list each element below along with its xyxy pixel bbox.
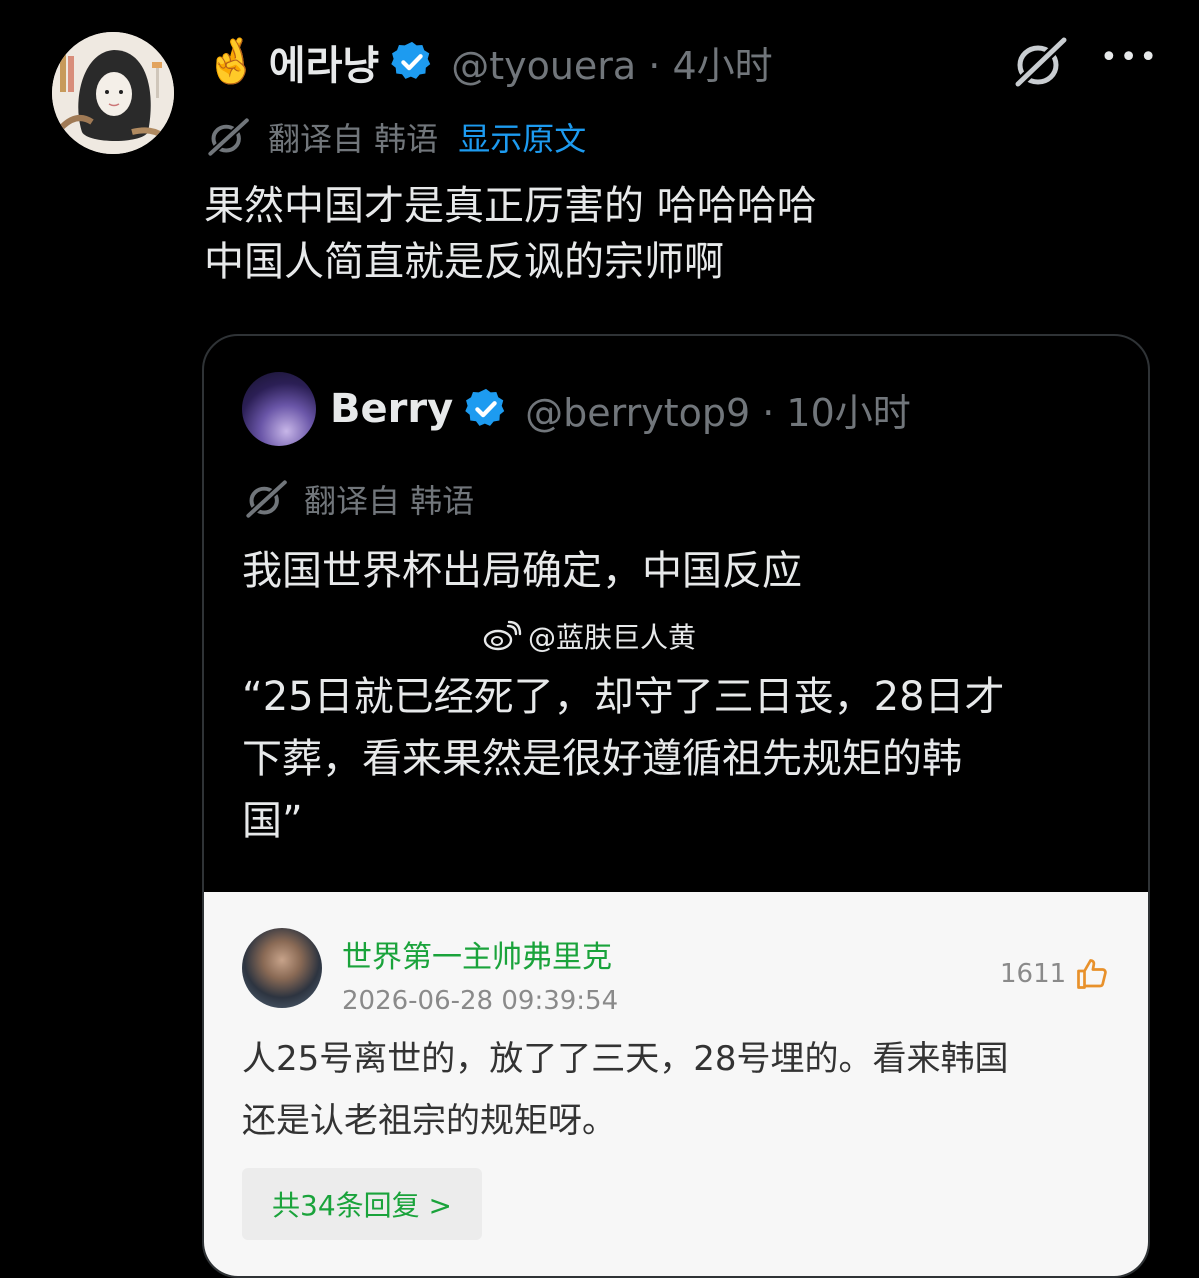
quoted-author-avatar[interactable] — [242, 372, 316, 446]
grok-icon[interactable] — [1010, 36, 1068, 90]
commenter-username: 世界第一主帅弗里克 — [342, 940, 612, 975]
comment-like-count: 1611 — [1000, 952, 1110, 996]
weibo-watermark-text: @蓝肤巨人黄 — [528, 621, 697, 654]
quoted-author-handle-time[interactable]: @berrytop9 · 10小时 — [525, 382, 911, 437]
post-header: 🤞 에라냥 @tyouera · 4小时 — [204, 30, 773, 94]
translate-icon — [204, 114, 250, 160]
author-handle-time[interactable]: @tyouera · 4小时 — [451, 35, 772, 90]
comment-timestamp: 2026-06-28 09:39:54 — [342, 986, 619, 1016]
comment-text: 人25号离世的，放了了三天，28号埋的。看来韩国 还是认老祖宗的规矩呀。 — [242, 1039, 1009, 1141]
quoted-translation-notice: 翻译自 韩语 — [242, 472, 494, 526]
quoted-author-name[interactable]: Berry — [330, 386, 453, 432]
thumbs-up-icon — [1077, 959, 1107, 989]
like-count: 1611 — [1000, 959, 1067, 989]
weibo-watermark: @蓝肤巨人黄 — [482, 616, 696, 656]
more-options-icon[interactable]: ••• — [1100, 40, 1159, 75]
verified-badge-icon — [389, 39, 435, 85]
author-name[interactable]: 에라냥 — [269, 33, 379, 91]
verified-badge-icon — [463, 386, 509, 432]
embedded-comment-card: 世界第一主帅弗里克 2026-06-28 09:39:54 1611 人25号离… — [204, 892, 1148, 1276]
view-replies-button: 共34条回复 > — [242, 1168, 482, 1240]
author-avatar[interactable] — [52, 32, 174, 154]
quoted-post-quote: “25日就已经死了，却守了三日丧，28日才 下葬，看来果然是很好遵循祖先规矩的韩… — [242, 674, 1005, 844]
quoted-translated-from-label: 翻译自 韩语 — [304, 482, 475, 520]
weibo-icon — [483, 620, 522, 651]
post-text: 果然中国才是真正厉害的 哈哈哈哈 中国人简直就是反讽的宗师啊 — [204, 183, 817, 285]
show-original-link[interactable]: 显示原文 — [458, 114, 586, 160]
commenter-avatar — [242, 928, 322, 1008]
translate-icon — [242, 476, 288, 522]
translation-notice: 翻译自 韩语 显示原文 — [204, 110, 586, 164]
quoted-post-title: 我国世界杯出局确定，中国反应 — [242, 548, 802, 594]
crossed-fingers-emoji: 🤞 — [204, 36, 259, 87]
quoted-post-header: Berry @berrytop9 · 10小时 — [330, 376, 911, 442]
quoted-post[interactable]: Berry @berrytop9 · 10小时 翻译自 韩语 我国世界杯出局确定… — [202, 334, 1150, 1278]
translated-from-label: 翻译自 韩语 — [268, 120, 439, 158]
